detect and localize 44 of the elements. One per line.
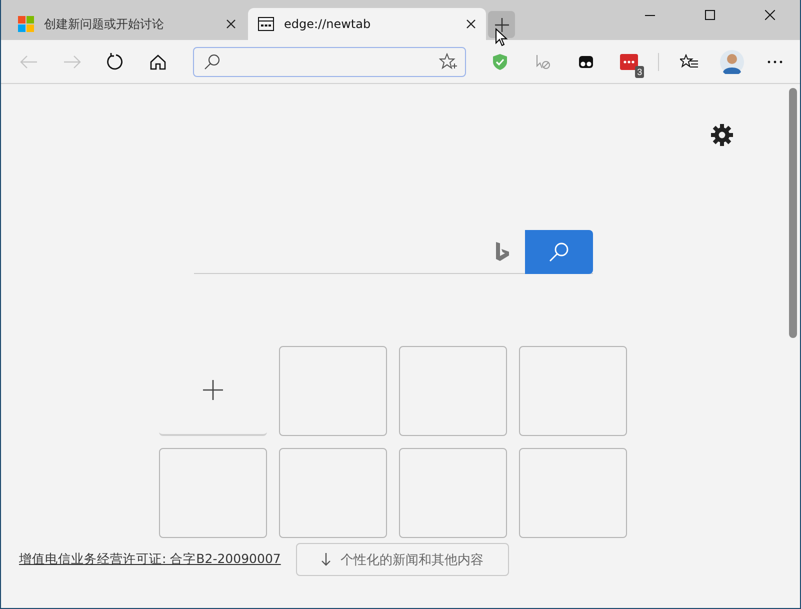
avatar-icon <box>720 50 744 74</box>
search-icon <box>204 54 220 70</box>
close-icon <box>466 19 476 29</box>
search-button[interactable] <box>524 230 592 274</box>
license-link[interactable]: 增值电信业务经营许可证: 合字B2-20090007 <box>19 551 281 568</box>
down-arrow-icon <box>320 553 330 566</box>
site-tile[interactable] <box>519 346 627 436</box>
tab-page-icon <box>258 17 274 31</box>
site-tile[interactable] <box>279 346 387 436</box>
mouse-cursor-icon <box>495 28 508 47</box>
close-icon <box>226 19 236 29</box>
count-badge: 3 <box>635 66 644 78</box>
news-feed-button[interactable]: 个性化的新闻和其他内容 <box>296 543 508 576</box>
site-tile[interactable] <box>519 448 627 538</box>
back-arrow-icon <box>20 54 38 68</box>
browser-tab[interactable]: edge://newtab <box>248 8 486 40</box>
close-icon <box>765 10 775 20</box>
windows-logo-icon <box>18 16 34 32</box>
settings-button[interactable] <box>710 124 734 148</box>
search-icon <box>548 240 570 262</box>
site-tile[interactable] <box>159 448 267 538</box>
shield-icon <box>492 52 508 70</box>
new-tab-button[interactable] <box>488 11 515 38</box>
site-tile[interactable] <box>399 346 507 436</box>
maximize-icon <box>705 10 715 20</box>
chat-dots-icon <box>620 54 638 70</box>
forward-arrow-icon <box>63 54 82 68</box>
settings-icon <box>711 124 733 146</box>
refresh-icon <box>106 52 124 70</box>
more-icon <box>766 60 782 64</box>
scrollbar-thumb[interactable] <box>788 88 796 338</box>
site-tile[interactable] <box>279 448 387 538</box>
plus-icon <box>494 16 510 32</box>
site-tile[interactable] <box>399 448 507 538</box>
home-icon <box>150 54 166 70</box>
search-field[interactable] <box>194 230 592 274</box>
favorites-list-icon <box>680 54 698 70</box>
browser-tab[interactable]: 创建新问题或开始讨论 <box>8 8 246 40</box>
add-favorite-icon[interactable] <box>439 53 458 70</box>
bing-logo-icon <box>496 242 508 261</box>
plus-icon <box>203 380 223 400</box>
cursor-blocked-icon <box>534 54 551 70</box>
glasses-icon <box>578 54 594 68</box>
extension-button[interactable]: 3 <box>607 46 650 78</box>
